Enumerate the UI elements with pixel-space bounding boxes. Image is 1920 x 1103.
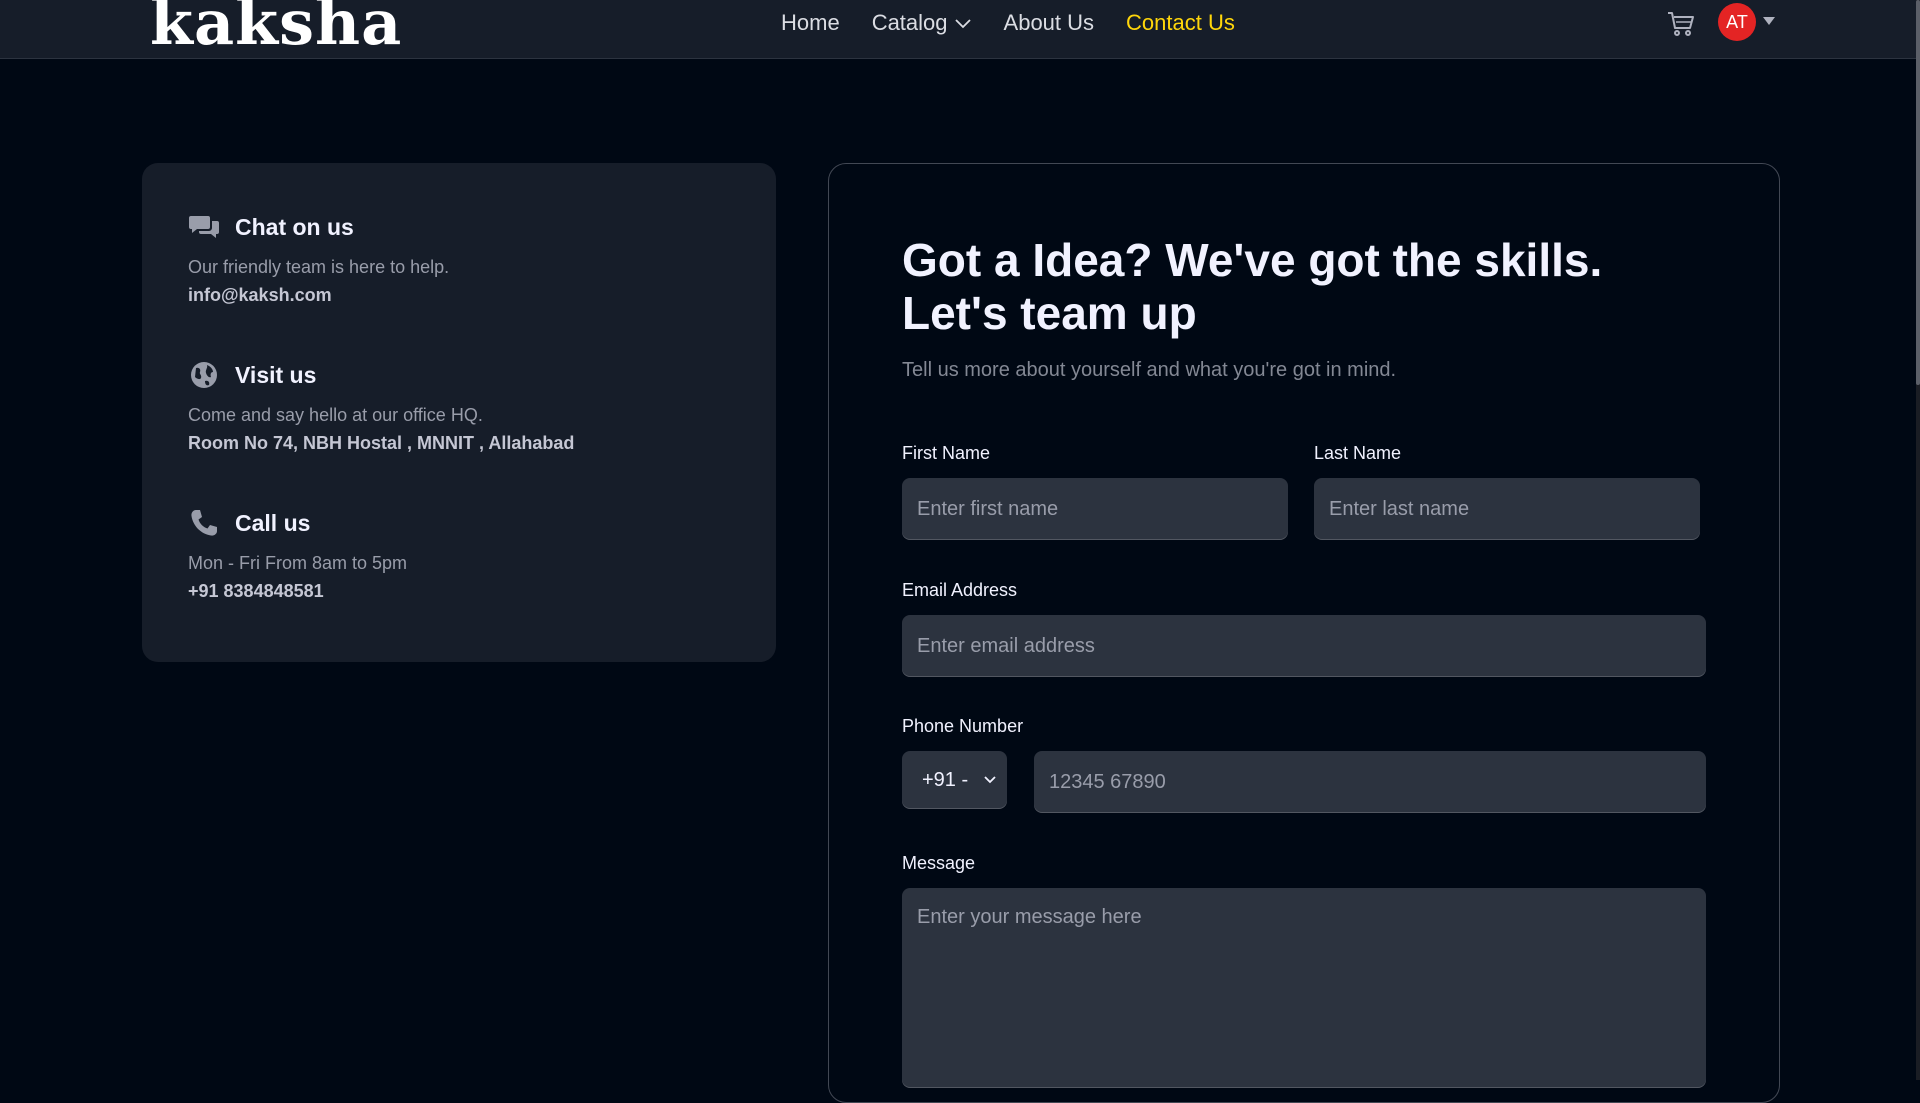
chat-email[interactable]: info@kaksh.com — [188, 281, 730, 309]
chat-info: Chat on us Our friendly team is here to … — [188, 211, 730, 309]
nav-link-label: Home — [781, 10, 840, 35]
nav-link-label: Catalog — [871, 10, 948, 35]
visit-info: Visit us Come and say hello at our offic… — [188, 359, 730, 457]
phone-label: Phone Number — [902, 716, 1024, 736]
nav-link-contact-us[interactable]: Contact Us — [1126, 10, 1235, 36]
nav-links: Home Catalog About Us Contact Us — [781, 10, 1235, 36]
phone-placeholder: 12345 67890 — [1049, 770, 1166, 793]
nav-link-catalog[interactable]: Catalog — [872, 10, 972, 36]
last-name-placeholder: Enter last name — [1329, 497, 1470, 520]
call-info: Call us Mon - Fri From 8am to 5pm +91 83… — [188, 507, 730, 605]
form-title: Got a Idea? We've got the skills. Let's … — [902, 234, 1603, 339]
first-name-label: First Name — [902, 443, 991, 463]
first-name-placeholder: Enter first name — [917, 497, 1059, 520]
country-code-value: +91 - — [922, 768, 969, 791]
phone-icon — [191, 510, 217, 536]
message-placeholder: Enter your message here — [917, 906, 1142, 928]
nav-link-label: About Us — [1003, 10, 1095, 35]
navbar: kaksha Home Catalog About Us Contact Us … — [0, 0, 1920, 59]
visit-title: Visit us — [235, 361, 317, 388]
phone-input[interactable]: 12345 67890 — [1034, 751, 1706, 813]
chat-desc: Our friendly team is here to help. — [188, 257, 450, 277]
email-input[interactable]: Enter email address — [902, 615, 1706, 677]
nav-link-label: Contact Us — [1126, 10, 1235, 35]
country-code-select[interactable]: +91 - — [902, 751, 1007, 809]
last-name-label: Last Name — [1314, 443, 1402, 463]
chevron-down-icon — [984, 776, 996, 784]
call-desc: Mon - Fri From 8am to 5pm — [188, 553, 408, 573]
visit-desc: Come and say hello at our office HQ. — [188, 405, 483, 425]
nav-link-about-us[interactable]: About Us — [1004, 10, 1095, 36]
chat-bubbles-icon — [189, 216, 219, 238]
first-name-input[interactable]: Enter first name — [902, 478, 1288, 540]
avatar[interactable]: AT — [1718, 3, 1756, 41]
message-label: Message — [902, 853, 976, 873]
chevron-down-icon — [954, 19, 971, 29]
email-placeholder: Enter email address — [917, 634, 1095, 657]
nav-link-home[interactable]: Home — [781, 10, 840, 36]
visit-address: Room No 74, NBH Hostal , MNNIT , Allahab… — [188, 433, 575, 453]
cart-icon[interactable] — [1666, 9, 1696, 39]
caret-down-icon[interactable] — [1762, 16, 1776, 26]
avatar-initials: AT — [1726, 11, 1748, 32]
globe-icon — [191, 362, 217, 388]
site-logo[interactable]: kaksha — [150, 0, 402, 54]
contact-form-card: Got a Idea? We've got the skills. Let's … — [828, 163, 1780, 1103]
call-phone[interactable]: +91 8384848581 — [188, 577, 730, 605]
form-subtitle: Tell us more about yourself and what you… — [902, 359, 1397, 381]
message-textarea[interactable]: Enter your message here — [902, 888, 1706, 1088]
last-name-input[interactable]: Enter last name — [1314, 478, 1700, 540]
email-label: Email Address — [902, 580, 1018, 600]
call-title: Call us — [235, 509, 311, 536]
scrollbar-thumb[interactable] — [1916, 0, 1920, 385]
chat-title: Chat on us — [235, 213, 354, 240]
contact-info-card: Chat on us Our friendly team is here to … — [142, 163, 776, 662]
